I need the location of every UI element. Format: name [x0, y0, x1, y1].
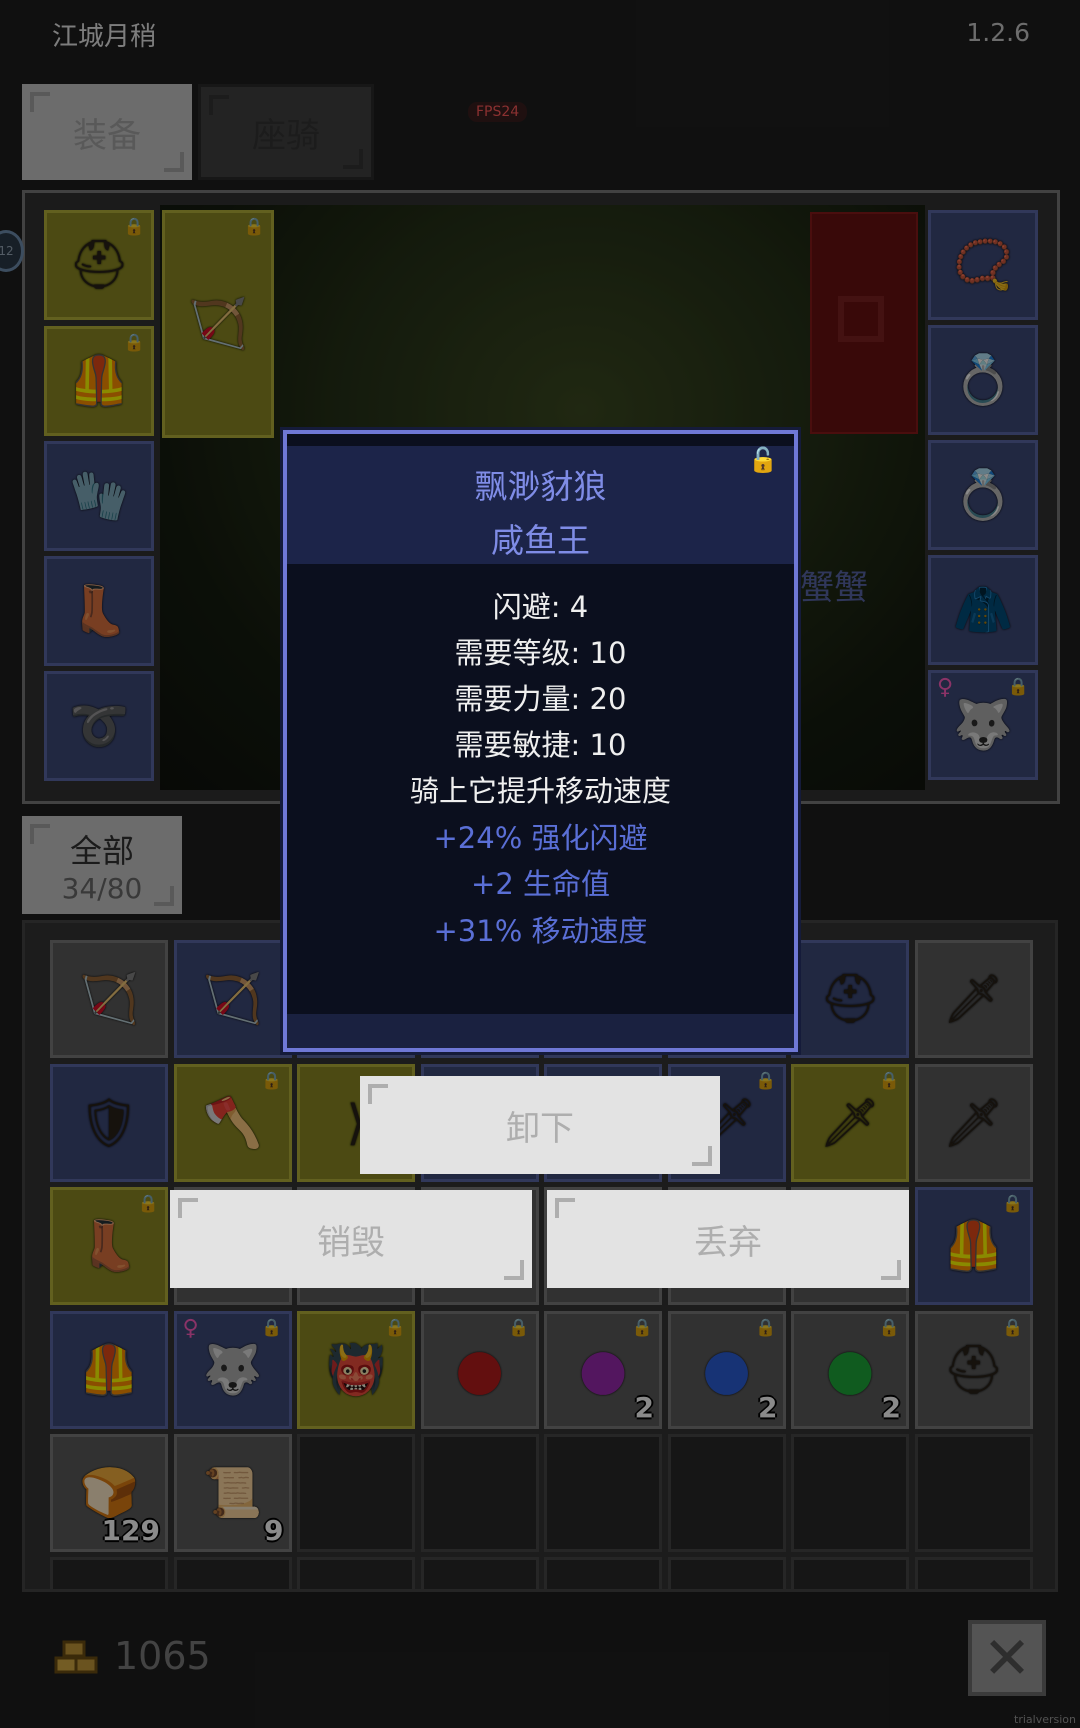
stat-req-agility: 需要敏捷: 10	[454, 728, 627, 762]
discard-label: 丢弃	[694, 1222, 762, 1263]
stat-dodge: 闪避: 4	[492, 590, 589, 624]
unequip-label: 卸下	[506, 1108, 574, 1149]
stat-req-strength: 需要力量: 20	[454, 682, 627, 716]
item-name: 飘渺豺狼	[474, 467, 607, 506]
tooltip-footer	[287, 1014, 794, 1048]
stat-req-level: 需要等级: 10	[454, 636, 627, 670]
bonus-dodge: +24% 强化闪避	[433, 821, 648, 855]
item-owner: 咸鱼王	[491, 521, 590, 560]
stat-description: 骑上它提升移动速度	[409, 774, 671, 808]
discard-button[interactable]: 丢弃	[547, 1190, 909, 1288]
destroy-label: 销毁	[317, 1222, 385, 1263]
unequip-button[interactable]: 卸下	[360, 1076, 720, 1174]
bonus-move-speed: +31% 移动速度	[433, 914, 648, 948]
bonus-hp: +2 生命值	[471, 867, 610, 901]
destroy-button[interactable]: 销毁	[170, 1190, 532, 1288]
